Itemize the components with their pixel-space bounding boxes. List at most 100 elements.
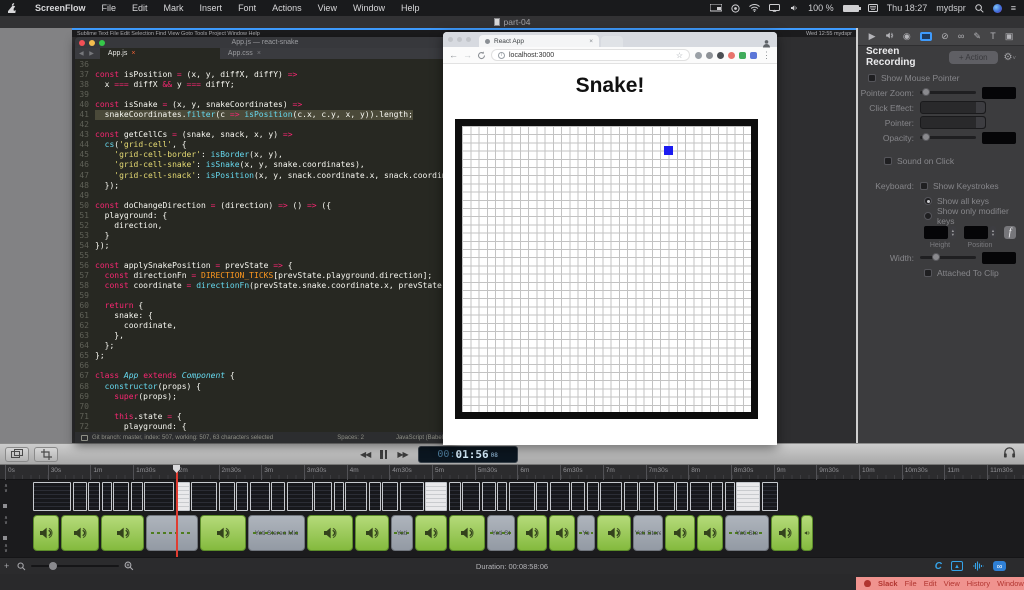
audio-clip[interactable] [517, 515, 547, 551]
volume-icon[interactable] [789, 4, 799, 12]
menu-item-font[interactable]: Font [230, 3, 264, 13]
callout-icon[interactable]: ⊘ [941, 32, 949, 41]
video-thumbnail-code[interactable] [382, 482, 398, 511]
audio-clip-labeled[interactable]: Yeti St [487, 515, 515, 551]
click-effect-dropdown[interactable] [920, 101, 986, 114]
audio-clip-labeled[interactable]: Yeti [391, 515, 413, 551]
menu-item-screenflow[interactable]: ScreenFlow [27, 3, 94, 13]
canvas-settings-button[interactable] [5, 447, 29, 462]
video-thumbnail-code[interactable] [657, 482, 675, 511]
audio-clip-labeled[interactable]: Ye [577, 515, 595, 551]
video-thumbnail-code[interactable] [676, 482, 688, 511]
video-thumbnail-code[interactable] [102, 482, 112, 511]
wifi-icon[interactable] [749, 4, 760, 12]
height-stepper[interactable] [924, 226, 948, 239]
extension-icon-4[interactable] [728, 52, 735, 59]
pause-button[interactable] [380, 450, 387, 459]
pointer-zoom-value[interactable] [982, 87, 1016, 99]
video-thumbnail-browser[interactable] [736, 482, 760, 511]
touch-callout-icon[interactable]: ∞ [958, 32, 964, 41]
sound-on-click-checkbox[interactable] [884, 157, 892, 165]
menu-item-view[interactable]: View [944, 579, 960, 588]
menu-item-insert[interactable]: Insert [192, 3, 231, 13]
menubar-user[interactable]: mydspr [936, 3, 966, 13]
video-thumbnail-code[interactable] [509, 482, 535, 511]
video-thumbnail-code[interactable] [144, 482, 174, 511]
audio-clip[interactable] [200, 515, 246, 551]
audio-clip-labeled[interactable] [146, 515, 198, 551]
video-thumbnail-code[interactable] [725, 482, 735, 511]
video-thumbnail-code[interactable] [497, 482, 507, 511]
video-thumbnail-code[interactable] [482, 482, 496, 511]
video-thumbnail-code[interactable] [449, 482, 461, 511]
video-thumbnail-code[interactable] [73, 482, 87, 511]
timeline-ruler[interactable]: 0s30s1m1m30s2m2m30s3m3m30s4m4m30s5m5m30s… [0, 465, 1024, 480]
gear-icon[interactable]: ⚙˅ [1004, 52, 1016, 63]
video-thumbnail-code[interactable] [88, 482, 100, 511]
spotlight-icon[interactable] [975, 4, 984, 13]
menu-item-history[interactable]: History [967, 579, 990, 588]
video-motion-icon[interactable]: ◉ [903, 32, 911, 41]
video-thumbnail-code[interactable] [462, 482, 480, 511]
audio-clip[interactable] [597, 515, 631, 551]
video-track[interactable] [33, 482, 778, 511]
crop-button[interactable] [34, 447, 58, 462]
video-thumbnail-code[interactable] [624, 482, 638, 511]
audio-clip-labeled[interactable]: Yeti Stere [633, 515, 663, 551]
width-slider[interactable] [920, 256, 976, 259]
menu-item-file[interactable]: File [905, 579, 917, 588]
audio-clip[interactable] [307, 515, 353, 551]
media-library-icon[interactable]: ▣ [1005, 32, 1014, 41]
video-thumbnail-code[interactable] [345, 482, 367, 511]
notification-center-icon[interactable]: ≡ [1011, 3, 1016, 13]
audio-clip[interactable] [415, 515, 447, 551]
screen-recording-clip[interactable]: Sublime Text File Edit Selection Find Vi… [72, 28, 858, 443]
audio-clip[interactable] [61, 515, 99, 551]
screen-recording-icon[interactable] [920, 32, 932, 41]
show-keystrokes-checkbox[interactable] [920, 182, 928, 190]
audio-properties-icon[interactable] [885, 31, 894, 42]
video-thumbnail-code[interactable] [314, 482, 332, 511]
video-thumbnail-code[interactable] [334, 482, 344, 511]
audio-track[interactable]: Yeti Stereo MicYetiYeti StYeYeti StereYe… [33, 515, 813, 551]
menubar-clock[interactable]: Thu 18:27 [887, 3, 928, 13]
audio-clip[interactable] [771, 515, 799, 551]
opacity-slider[interactable] [920, 136, 976, 139]
extension-icon-5[interactable] [739, 52, 746, 59]
audio-clip[interactable] [355, 515, 389, 551]
pointer-dropdown[interactable] [920, 116, 986, 129]
annotations-icon[interactable]: ✎ [973, 32, 981, 41]
audio-clip[interactable] [665, 515, 695, 551]
video-thumbnail-code[interactable] [400, 482, 424, 511]
display-capture-icon[interactable] [710, 4, 722, 12]
extension-icon-1[interactable] [695, 52, 702, 59]
audio-clip-labeled[interactable]: Yeti Ste [725, 515, 769, 551]
opacity-value[interactable] [982, 132, 1016, 144]
menu-item-slack[interactable]: Slack [878, 579, 898, 588]
headphones-icon[interactable] [1003, 445, 1016, 463]
video-thumbnail-code[interactable] [250, 482, 270, 511]
video-thumbnail-code[interactable] [536, 482, 548, 511]
pointer-zoom-slider[interactable] [920, 91, 976, 94]
video-thumbnail-code[interactable] [219, 482, 235, 511]
menu-item-mark[interactable]: Mark [156, 3, 192, 13]
video-thumbnail-code[interactable] [271, 482, 285, 511]
menu-item-help[interactable]: Help [393, 3, 428, 13]
video-thumbnail-code[interactable] [639, 482, 655, 511]
siri-icon[interactable] [993, 4, 1002, 13]
track2-options-button[interactable] [3, 536, 7, 540]
video-thumbnail-code[interactable] [587, 482, 599, 511]
audio-clip[interactable] [449, 515, 485, 551]
audio-clip[interactable] [549, 515, 575, 551]
track2-resize-handles[interactable]: ∧∨ [2, 516, 10, 525]
video-thumbnail-code[interactable] [191, 482, 217, 511]
menu-item-view[interactable]: View [310, 3, 345, 13]
audio-clip[interactable] [801, 515, 813, 551]
extension-icon-2[interactable] [706, 52, 713, 59]
video-thumbnail-code[interactable] [287, 482, 313, 511]
menu-item-edit[interactable]: Edit [924, 579, 937, 588]
playhead-line[interactable] [176, 466, 178, 557]
apple-menu-icon[interactable] [8, 3, 17, 13]
audio-clip[interactable] [33, 515, 59, 551]
show-all-keys-radio[interactable] [924, 197, 932, 205]
